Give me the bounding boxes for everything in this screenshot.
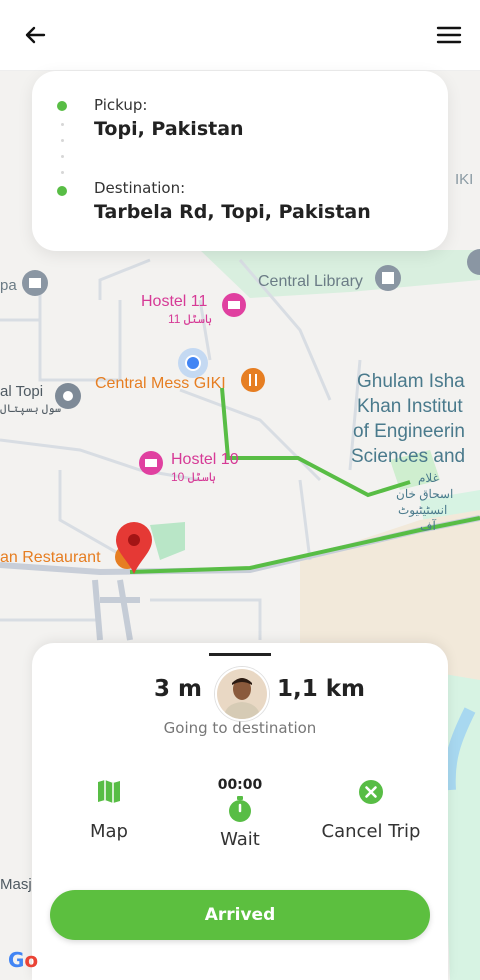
pickup-dot-icon [57, 101, 67, 111]
pickup-label: Pickup: [94, 96, 148, 114]
map-label-restaurant: an Restaurant [0, 549, 101, 566]
trip-time: 3 m [154, 676, 202, 702]
arrived-button[interactable]: Arrived [50, 890, 430, 940]
route-connector-dot [61, 123, 64, 126]
sheet-drag-handle[interactable] [209, 653, 271, 656]
map-label-ghulam-urdu-2: اسحاق خان [396, 487, 453, 501]
map-label-hostel-10: Hostel 10 [171, 451, 239, 468]
map-label-hostel-10-urdu: ہاسٹل 10 [171, 470, 216, 484]
map-label-ghulam-2: Khan Institut [357, 396, 463, 417]
route-connector-dot [61, 139, 64, 142]
map-label-ghulam-1: Ghulam Isha [357, 371, 465, 392]
google-logo: Go [8, 948, 39, 972]
trip-bottom-sheet: 3 m 1,1 km Going to destination Map 00:0… [32, 643, 448, 980]
route-connector-dot [61, 155, 64, 158]
wait-timer: 00:00 [217, 777, 263, 793]
map-label-ghulam-urdu-1: غلام [418, 471, 439, 485]
map-label-ghulam-3: of Engineerin [353, 421, 465, 442]
cancel-trip-button[interactable]: Cancel Trip [311, 779, 431, 842]
pickup-value: Topi, Pakistan [94, 118, 244, 140]
map-label-ghulam-urdu-3: انسٹیٹیوٹ [398, 503, 447, 517]
trip-distance: 1,1 km [277, 676, 366, 702]
destination-label: Destination: [94, 179, 186, 197]
map-label-central-mess: Central Mess GIKI [95, 375, 226, 392]
map-label-central-library: Central Library [258, 273, 363, 290]
stopwatch-icon [229, 796, 251, 822]
back-arrow-icon[interactable] [18, 18, 52, 52]
cancel-icon [359, 780, 383, 804]
destination-dot-icon [57, 186, 67, 196]
map-label-al-topi: al Topi [0, 383, 43, 400]
hamburger-menu-icon[interactable] [432, 18, 466, 52]
map-label-hostel-11: Hostel 11 [141, 293, 208, 310]
map-label-hostel-11-urdu: ہاسٹل 11 [168, 312, 212, 326]
top-bar [0, 0, 480, 71]
map-icon [98, 780, 120, 803]
map-button-label: Map [90, 821, 128, 842]
map-button[interactable]: Map [49, 779, 169, 842]
avatar [215, 667, 269, 721]
destination-value: Tarbela Rd, Topi, Pakistan [94, 201, 371, 223]
map-label-ghulam-urdu-4: آف [420, 518, 436, 533]
map-label-ghulam-4: Sciences and [351, 446, 465, 467]
route-connector-dot [61, 171, 64, 174]
map-label-left-pa: pa [0, 277, 17, 294]
map-label-giki-edge: IKI [455, 171, 473, 188]
trip-status: Going to destination [163, 719, 317, 737]
wait-button[interactable]: 00:00 Wait [180, 777, 300, 850]
map-label-al-topi-urdu: سول ہسپتال [0, 403, 61, 416]
route-card: Pickup: Topi, Pakistan Destination: Tarb… [32, 71, 448, 251]
cancel-trip-label: Cancel Trip [321, 821, 421, 842]
map-label-masj: Masj [0, 876, 32, 893]
wait-button-label: Wait [220, 829, 260, 850]
